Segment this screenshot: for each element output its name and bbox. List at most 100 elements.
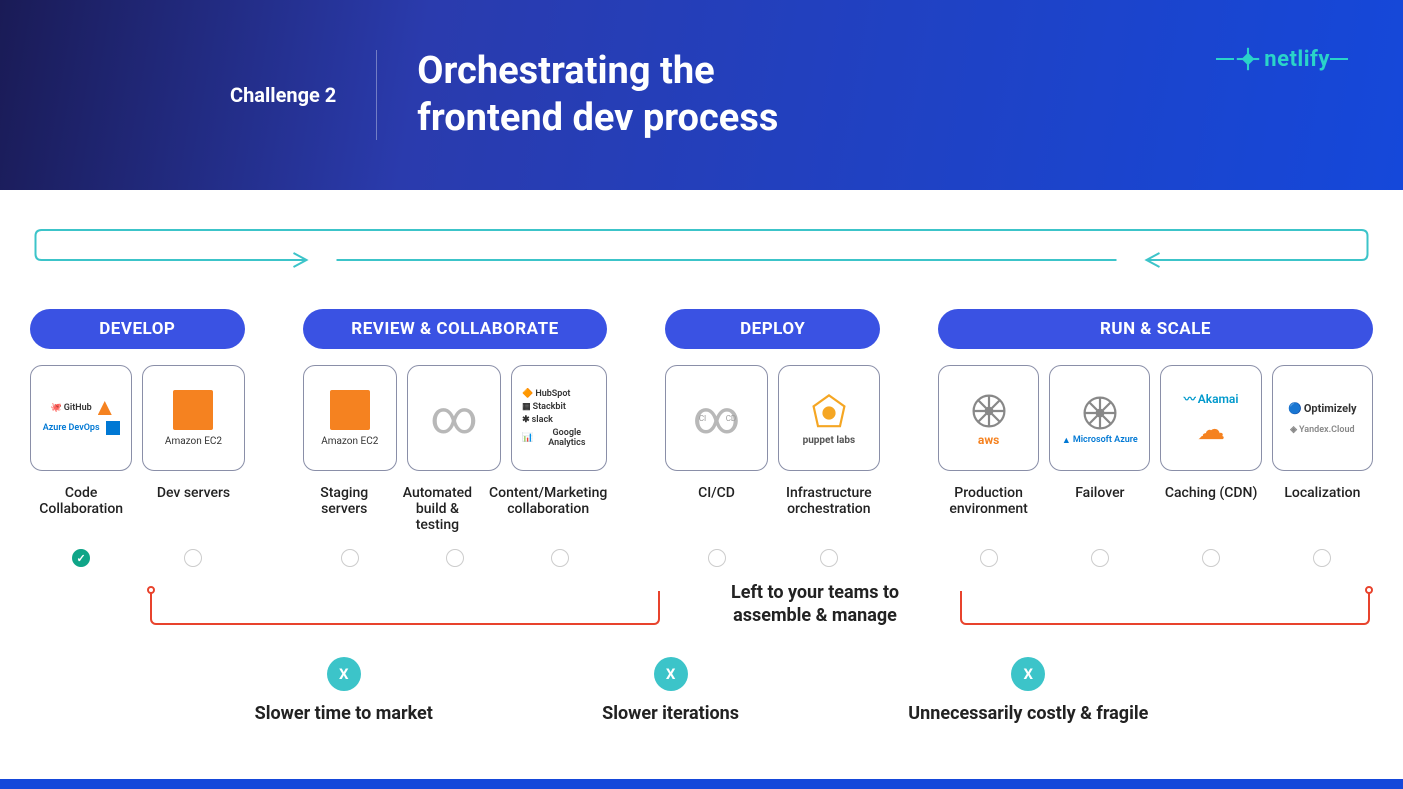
check-dot-staging: [341, 549, 359, 567]
cloudflare-icon: ☁: [1197, 413, 1225, 446]
brand-text: netlify: [1264, 47, 1330, 72]
card-localization: 🔵 Optimizely ◈ Yandex.Cloud: [1272, 365, 1373, 471]
label-automated: Automated build & testing: [396, 485, 479, 533]
x-badge-icon: X: [1011, 657, 1045, 691]
logo-dash-icon: [1216, 58, 1234, 60]
stackbit-icon: ▦ Stackbit: [522, 402, 566, 412]
tool-cards-row: 🐙 GitHub Azure DevOps Amazon EC2 Amazon …: [30, 365, 1373, 471]
aws-label: aws: [978, 433, 999, 447]
ec2-icon: [330, 390, 370, 430]
group-develop: 🐙 GitHub Azure DevOps Amazon EC2: [30, 365, 245, 471]
check-dot-code-collab: ✓: [72, 549, 90, 567]
card-cicd: ∞ CI CD: [665, 365, 767, 471]
logo-dash-icon: [1330, 58, 1348, 60]
slide-title: Orchestrating the frontend dev process: [417, 48, 778, 143]
x-badge-icon: X: [654, 657, 688, 691]
footer-accent-bar: [0, 779, 1403, 789]
ec2-label: Amazon EC2: [321, 436, 378, 447]
azure-label: ▲ Microsoft Azure: [1062, 435, 1138, 446]
issue-time-to-market: X Slower time to market: [255, 657, 433, 724]
netlify-logo: netlify: [1216, 45, 1348, 73]
label-staging: Staging servers: [303, 485, 386, 533]
check-dot-infra: [820, 549, 838, 567]
akamai-icon: 〰 Akamai: [1184, 390, 1239, 407]
stage-pill-review: REVIEW & COLLABORATE: [303, 309, 608, 349]
puppet-label: puppet labs: [803, 435, 856, 446]
optimizely-icon: 🔵 Optimizely: [1288, 402, 1356, 415]
stage-pills-row: DEVELOP REVIEW & COLLABORATE DEPLOY RUN …: [30, 309, 1373, 349]
stage-pill-develop: DEVELOP: [30, 309, 245, 349]
issue-cost: X Unnecessarily costly & fragile: [908, 657, 1148, 724]
card-failover: ▲ Microsoft Azure: [1049, 365, 1150, 471]
group-run: aws ▲ Microsoft Azure 〰 Akamai ☁ 🔵 Optim…: [938, 365, 1373, 471]
title-line-1: Orchestrating the: [417, 48, 778, 96]
check-dot-cicd: [708, 549, 726, 567]
check-dot-dev-servers: [184, 549, 202, 567]
center-note: Left to your teams to assemble & manage: [670, 581, 960, 628]
label-content-mkt: Content/Marketing collaboration: [489, 485, 607, 533]
slide-header: Challenge 2 Orchestrating the frontend d…: [0, 0, 1403, 190]
card-code-collab: 🐙 GitHub Azure DevOps: [30, 365, 132, 471]
label-dev-servers: Dev servers: [142, 485, 244, 533]
github-icon: 🐙 GitHub: [51, 403, 92, 413]
check-dot-failover: [1091, 549, 1109, 567]
card-dev-servers: Amazon EC2: [142, 365, 244, 471]
netlify-mark-icon: [1234, 45, 1262, 73]
card-caching: 〰 Akamai ☁: [1160, 365, 1261, 471]
label-prod: Production environment: [938, 485, 1039, 533]
k8s-wheel-icon: [967, 389, 1011, 433]
issue-text: Slower time to market: [255, 703, 433, 724]
slack-icon: ✱ slack: [522, 415, 553, 425]
gitlab-icon: [98, 401, 112, 415]
cicd-infinity-icon: ∞ CI CD: [693, 395, 740, 441]
azure-devops-icon: Azure DevOps: [43, 423, 100, 433]
label-infra: Infrastructure orchestration: [778, 485, 880, 533]
label-local: Localization: [1272, 485, 1373, 533]
label-cicd: CI/CD: [665, 485, 767, 533]
card-infra-orchestration: puppet labs: [778, 365, 880, 471]
center-note-line2: assemble & manage: [670, 604, 960, 627]
item-labels-row: Code Collaboration Dev servers Staging s…: [30, 485, 1373, 533]
group-deploy: ∞ CI CD puppet labs: [665, 365, 880, 471]
ec2-label: Amazon EC2: [165, 436, 222, 447]
card-staging: Amazon EC2: [303, 365, 397, 471]
label-failover: Failover: [1049, 485, 1150, 533]
check-dot-cdn: [1202, 549, 1220, 567]
issues-row: X Slower time to market X Slower iterati…: [30, 657, 1373, 724]
card-production: aws: [938, 365, 1039, 471]
card-content-marketing: 🔶 HubSpot ▦ Stackbit ✱ slack 📊 Google An…: [511, 365, 607, 471]
check-dot-content: [551, 549, 569, 567]
check-dots-row: ✓: [30, 549, 1373, 567]
group-review: Amazon EC2 ∞ 🔶 HubSpot ▦ Stackbit ✱ slac…: [303, 365, 608, 471]
check-dot-automated: [446, 549, 464, 567]
flow-loop: [30, 225, 1373, 305]
ci-label: CI: [699, 415, 706, 423]
infinity-icon: ∞: [430, 395, 477, 441]
hubspot-icon: 🔶 HubSpot: [522, 389, 570, 399]
k8s-wheel-icon: [1078, 391, 1122, 435]
ec2-icon: [173, 390, 213, 430]
yandex-cloud-icon: ◈ Yandex.Cloud: [1290, 425, 1354, 435]
issue-iterations: X Slower iterations: [602, 657, 739, 724]
bracket-knob-icon: [147, 586, 155, 594]
card-automated-build: ∞: [407, 365, 501, 471]
stage-pill-run: RUN & SCALE: [938, 309, 1373, 349]
bracket-left: [150, 591, 660, 625]
bracket-right: [960, 591, 1370, 625]
check-dot-local: [1313, 549, 1331, 567]
google-analytics-icon: 📊 Google Analytics: [522, 428, 598, 448]
challenge-label: Challenge 2: [230, 83, 336, 107]
cd-label: CD: [726, 415, 736, 423]
label-code-collab: Code Collaboration: [30, 485, 132, 533]
center-note-line1: Left to your teams to: [670, 581, 960, 604]
x-badge-icon: X: [327, 657, 361, 691]
issue-text: Unnecessarily costly & fragile: [908, 703, 1148, 724]
bitbucket-icon: [106, 421, 120, 435]
stage-pill-deploy: DEPLOY: [665, 309, 880, 349]
bracket-row: Left to your teams to assemble & manage: [30, 573, 1373, 633]
bracket-knob-icon: [1365, 586, 1373, 594]
issue-text: Slower iterations: [602, 703, 739, 724]
puppet-icon: [807, 391, 851, 435]
check-dot-prod: [980, 549, 998, 567]
label-cdn: Caching (CDN): [1160, 485, 1261, 533]
